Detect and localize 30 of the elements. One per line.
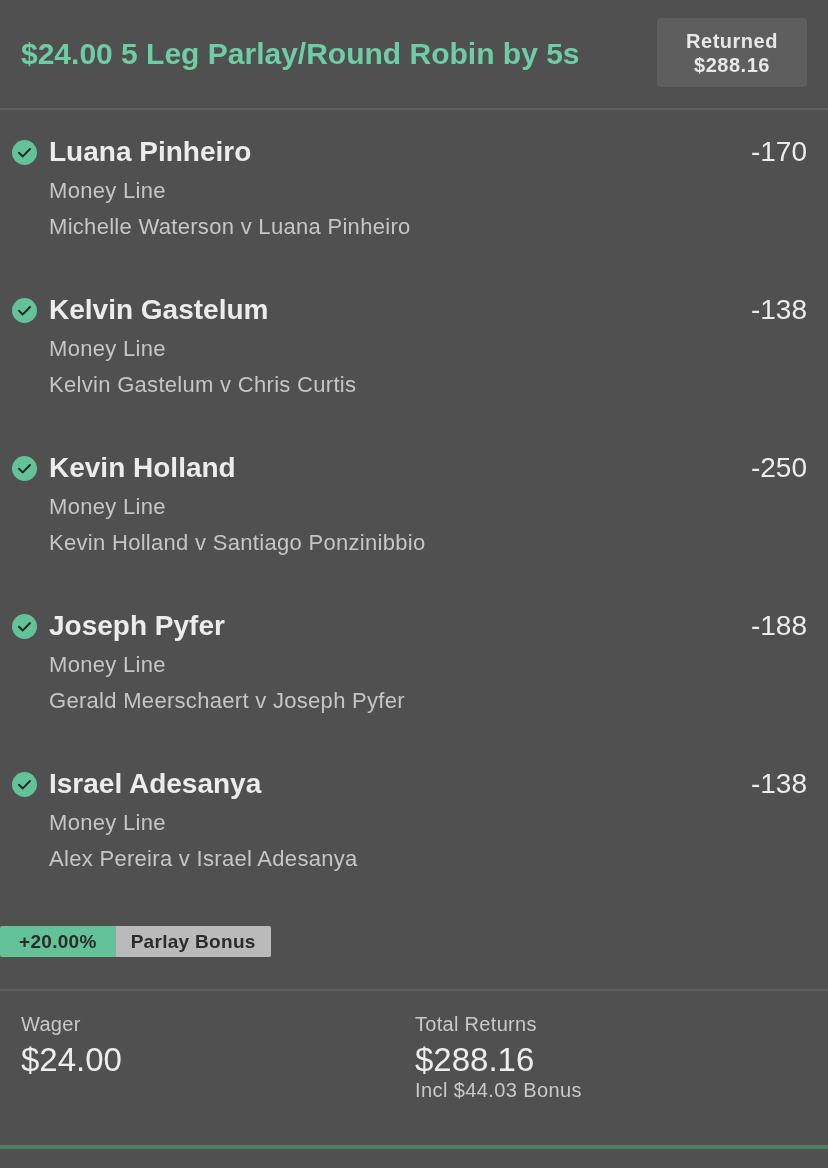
wager-amount: $24.00: [21, 1041, 122, 1079]
bet-title: $24.00 5 Leg Parlay/Round Robin by 5s: [21, 36, 580, 72]
selection-name: Kelvin Gastelum: [49, 294, 270, 326]
event-name: Kelvin Gastelum v Chris Curtis: [49, 372, 357, 397]
odds-value: -170: [750, 136, 807, 168]
event-name: Kevin Holland v Santiago Ponzinibbio: [49, 530, 426, 555]
market-name: Money Line: [49, 336, 166, 361]
selection-name: Kevin Holland: [49, 452, 237, 484]
market-name: Money Line: [49, 494, 166, 519]
market-name: Money Line: [49, 652, 166, 677]
wager-label: Wager: [21, 1012, 81, 1036]
bonus-label: Parlay Bonus: [115, 926, 271, 957]
odds-value: -138: [750, 294, 807, 326]
odds-value: -138: [750, 768, 807, 800]
returned-label: Returned: [686, 28, 778, 53]
bonus-note: Incl $44.03 Bonus: [415, 1079, 582, 1101]
returned-amount: $288.16: [694, 52, 770, 77]
selection-name: Luana Pinheiro: [49, 136, 253, 168]
total-returns-amount: $288.16: [415, 1041, 535, 1079]
odds-value: -250: [750, 452, 807, 484]
market-name: Money Line: [49, 810, 166, 835]
event-name: Alex Pereira v Israel Adesanya: [49, 846, 358, 871]
event-name: Gerald Meerschaert v Joseph Pyfer: [49, 688, 405, 713]
selection-name: Israel Adesanya: [49, 768, 263, 800]
bonus-percent: +20.00%: [0, 926, 116, 957]
market-name: Money Line: [49, 178, 166, 203]
odds-value: -188: [750, 610, 807, 642]
total-returns-label: Total Returns: [415, 1012, 537, 1036]
event-name: Michelle Waterson v Luana Pinheiro: [49, 214, 411, 239]
selection-name: Joseph Pyfer: [49, 610, 226, 642]
